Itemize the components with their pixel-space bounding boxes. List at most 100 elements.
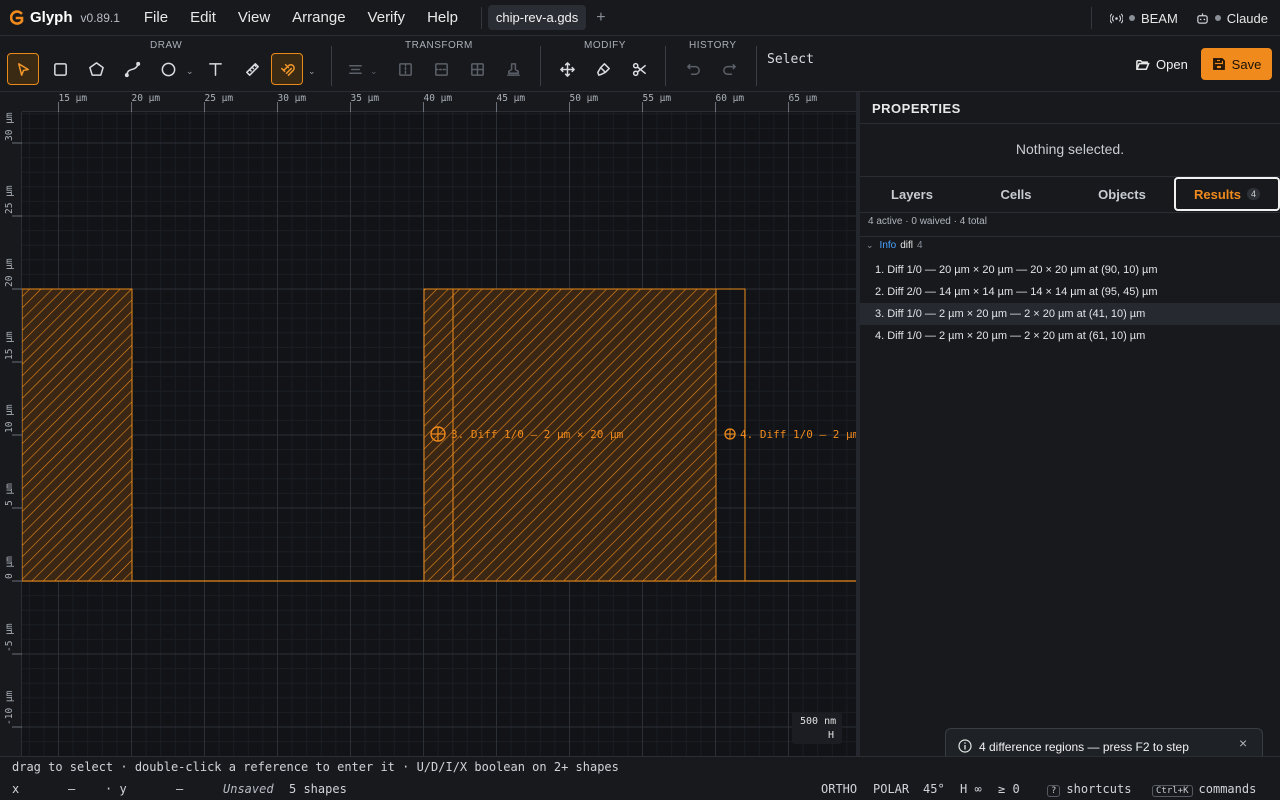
tab-label: Cells [1000,186,1032,202]
scale-bar: 500 nm H [792,712,842,744]
menu-file[interactable]: File [144,9,179,26]
tab-label: Results [1194,186,1241,202]
path-tool[interactable] [116,53,148,85]
toolbar-divider [665,46,666,86]
tab-objects[interactable]: Objects [1068,177,1176,211]
app-name: Glyph [30,9,73,26]
text-tool[interactable] [199,53,231,85]
add-tab-button[interactable]: + [596,9,605,27]
polar-angle[interactable]: 45° [923,782,945,796]
menu-arrange[interactable]: Arrange [281,9,356,26]
beam-status[interactable]: BEAM [1109,11,1178,26]
array-tool[interactable] [461,53,493,85]
align-options-chevron-icon[interactable]: ⌄ [370,66,378,77]
paint-brush-icon [596,62,610,76]
undo-button[interactable] [677,53,709,85]
grid-array-icon [470,62,484,76]
flip-vertical-tool[interactable] [425,53,457,85]
group-count: 4 [917,240,923,251]
diff-marker-label: 4. Diff 1/0 — 2 µm × 20 µm [740,428,856,441]
ruler-tick-label: 0 µm [4,556,15,579]
tab-cells[interactable]: Cells [964,177,1068,211]
result-group-header[interactable]: ⌄ Info difl 4 [866,240,923,251]
ruler-tick-label: 10 µm [4,404,15,433]
move-tool[interactable] [551,53,583,85]
ortho-toggle[interactable]: ORTHO [821,782,857,796]
commands-key: Ctrl+K [1152,785,1193,797]
scale-label: 500 nm [800,716,837,727]
result-item-selected[interactable]: 3. Diff 1/0 — 2 µm × 20 µm — 2 × 20 µm a… [860,303,1280,325]
panel-divider [860,212,1280,213]
result-item[interactable]: 4. Diff 1/0 — 2 µm × 20 µm — 2 × 20 µm a… [860,325,1280,347]
layout-canvas[interactable]: 3. Diff 1/0 — 2 µm × 20 µm 4. Diff 1/0 —… [0,92,856,756]
polygon-tool[interactable] [80,53,112,85]
result-item[interactable]: 1. Diff 1/0 — 20 µm × 20 µm — 20 × 20 µm… [860,259,1280,281]
group-label-history: HISTORY [689,40,737,51]
broadcast-icon [1109,12,1123,24]
redo-button[interactable] [713,53,745,85]
current-mode-label: Select [767,52,814,67]
cursor-arrow-icon [17,62,29,76]
ruler-tick-label: 30 µm [4,112,15,141]
shortcuts-hint[interactable]: ? shortcuts [1047,782,1132,797]
status-divider [1090,7,1092,29]
ruler-tick-label: -5 µm [4,623,15,652]
ruler-tool[interactable] [236,53,268,85]
tab-label: Layers [891,186,933,202]
polar-toggle[interactable]: POLAR [873,782,909,796]
save-label: Save [1231,56,1262,72]
shortcuts-key: ? [1047,785,1061,797]
stamp-icon [506,62,520,76]
rectangle-tool[interactable] [44,53,76,85]
paint-tool[interactable] [587,53,619,85]
ruler-tick-label: 65 µm [789,93,818,104]
ruler-tick-label: 55 µm [643,93,672,104]
snap-options-chevron-icon[interactable]: ⌄ [308,66,316,77]
menu-help[interactable]: Help [416,9,469,26]
open-label: Open [1156,56,1188,72]
diff-marker-3[interactable]: 3. Diff 1/0 — 2 µm × 20 µm [430,426,624,442]
align-tool[interactable] [339,53,371,85]
menu-view[interactable]: View [227,9,281,26]
stamp-tool[interactable] [497,53,529,85]
circle-tool[interactable] [152,53,184,85]
snap-magnet-tool[interactable] [271,53,303,85]
tab-layers[interactable]: Layers [860,177,964,211]
align-center-icon [348,64,362,74]
tab-label: Objects [1098,186,1146,202]
diff-shape[interactable] [21,288,133,582]
menu-verify[interactable]: Verify [357,9,417,26]
shortcuts-label: shortcuts [1066,782,1132,796]
claude-status[interactable]: Claude [1196,11,1268,26]
shape-count: 5 shapes [289,782,347,796]
redo-icon [722,63,736,75]
ruler-icon [245,62,259,76]
status-bar: x — · y — Unsaved 5 shapes ORTHO POLAR 4… [0,778,1280,800]
scissors-icon [632,62,646,76]
close-icon[interactable]: × [1239,735,1247,751]
scale-mark: H [828,730,835,741]
open-button[interactable]: Open [1127,48,1196,80]
save-button[interactable]: Save [1201,48,1272,80]
diff-marker-label: 3. Diff 1/0 — 2 µm × 20 µm [451,428,624,441]
ruler-tick-label: 60 µm [716,93,745,104]
app-logo[interactable]: Glyph v0.89.1 [10,9,120,26]
vertical-ruler: 30 µm 25 µm 20 µm 15 µm 10 µm 5 µm 0 µm -5 µm -1… [0,112,22,756]
commands-hint[interactable]: Ctrl+K commands [1152,782,1256,797]
tab-results[interactable]: Results 4 [1174,177,1280,211]
select-tool[interactable] [7,53,39,85]
menu-edit[interactable]: Edit [179,9,227,26]
circle-options-chevron-icon[interactable]: ⌄ [186,66,194,77]
h-constraint: H ∞ [960,782,982,796]
ruler-tick-label: 35 µm [351,93,380,104]
unsaved-indicator: Unsaved [223,782,274,796]
undo-icon [686,63,700,75]
flip-horizontal-tool[interactable] [389,53,421,85]
ruler-tick-label: 50 µm [570,93,599,104]
file-tab[interactable]: chip-rev-a.gds [487,5,587,30]
diff-marker-4[interactable]: 4. Diff 1/0 — 2 µm × 20 µm [724,428,856,441]
toolbar: DRAW TRANSFORM MODIFY HISTORY ⌄ ⌄ ⌄ [0,36,1280,92]
result-item[interactable]: 2. Diff 2/0 — 14 µm × 14 µm — 14 × 14 µm… [860,281,1280,303]
cut-tool[interactable] [623,53,655,85]
results-summary: 4 active · 0 waived · 4 total [868,216,987,227]
